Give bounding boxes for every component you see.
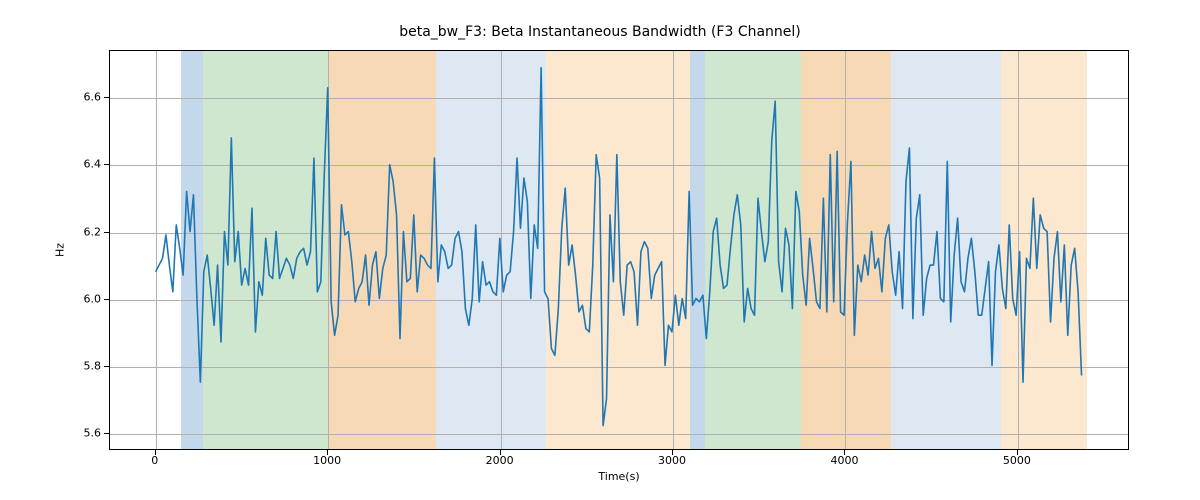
x-tick-label: 3000 bbox=[642, 454, 702, 467]
chart-title: beta_bw_F3: Beta Instantaneous Bandwidth… bbox=[0, 24, 1200, 40]
y-tick-label: 6.6 bbox=[21, 91, 101, 104]
figure: beta_bw_F3: Beta Instantaneous Bandwidth… bbox=[0, 0, 1200, 500]
x-tick-label: 0 bbox=[125, 454, 185, 467]
x-tick-mark bbox=[327, 450, 328, 455]
x-tick-label: 1000 bbox=[297, 454, 357, 467]
y-tick-mark bbox=[104, 366, 109, 367]
x-tick-mark bbox=[844, 450, 845, 455]
line-plot-svg bbox=[110, 51, 1128, 449]
y-tick-label: 5.8 bbox=[21, 359, 101, 372]
x-tick-mark bbox=[672, 450, 673, 455]
x-tick-mark bbox=[500, 450, 501, 455]
x-tick-label: 4000 bbox=[814, 454, 874, 467]
y-tick-label: 5.6 bbox=[21, 427, 101, 440]
x-tick-label: 2000 bbox=[470, 454, 530, 467]
x-tick-mark bbox=[155, 450, 156, 455]
y-tick-mark bbox=[104, 232, 109, 233]
plot-axes bbox=[109, 50, 1129, 450]
y-tick-label: 6.0 bbox=[21, 292, 101, 305]
y-tick-mark bbox=[104, 299, 109, 300]
x-axis-label: Time(s) bbox=[598, 470, 639, 483]
x-tick-mark bbox=[1017, 450, 1018, 455]
y-tick-mark bbox=[104, 164, 109, 165]
y-tick-mark bbox=[104, 433, 109, 434]
y-tick-label: 6.2 bbox=[21, 225, 101, 238]
y-tick-label: 6.4 bbox=[21, 158, 101, 171]
x-tick-label: 5000 bbox=[987, 454, 1047, 467]
y-tick-mark bbox=[104, 97, 109, 98]
series-line bbox=[156, 68, 1082, 426]
y-axis-label: Hz bbox=[54, 243, 67, 257]
